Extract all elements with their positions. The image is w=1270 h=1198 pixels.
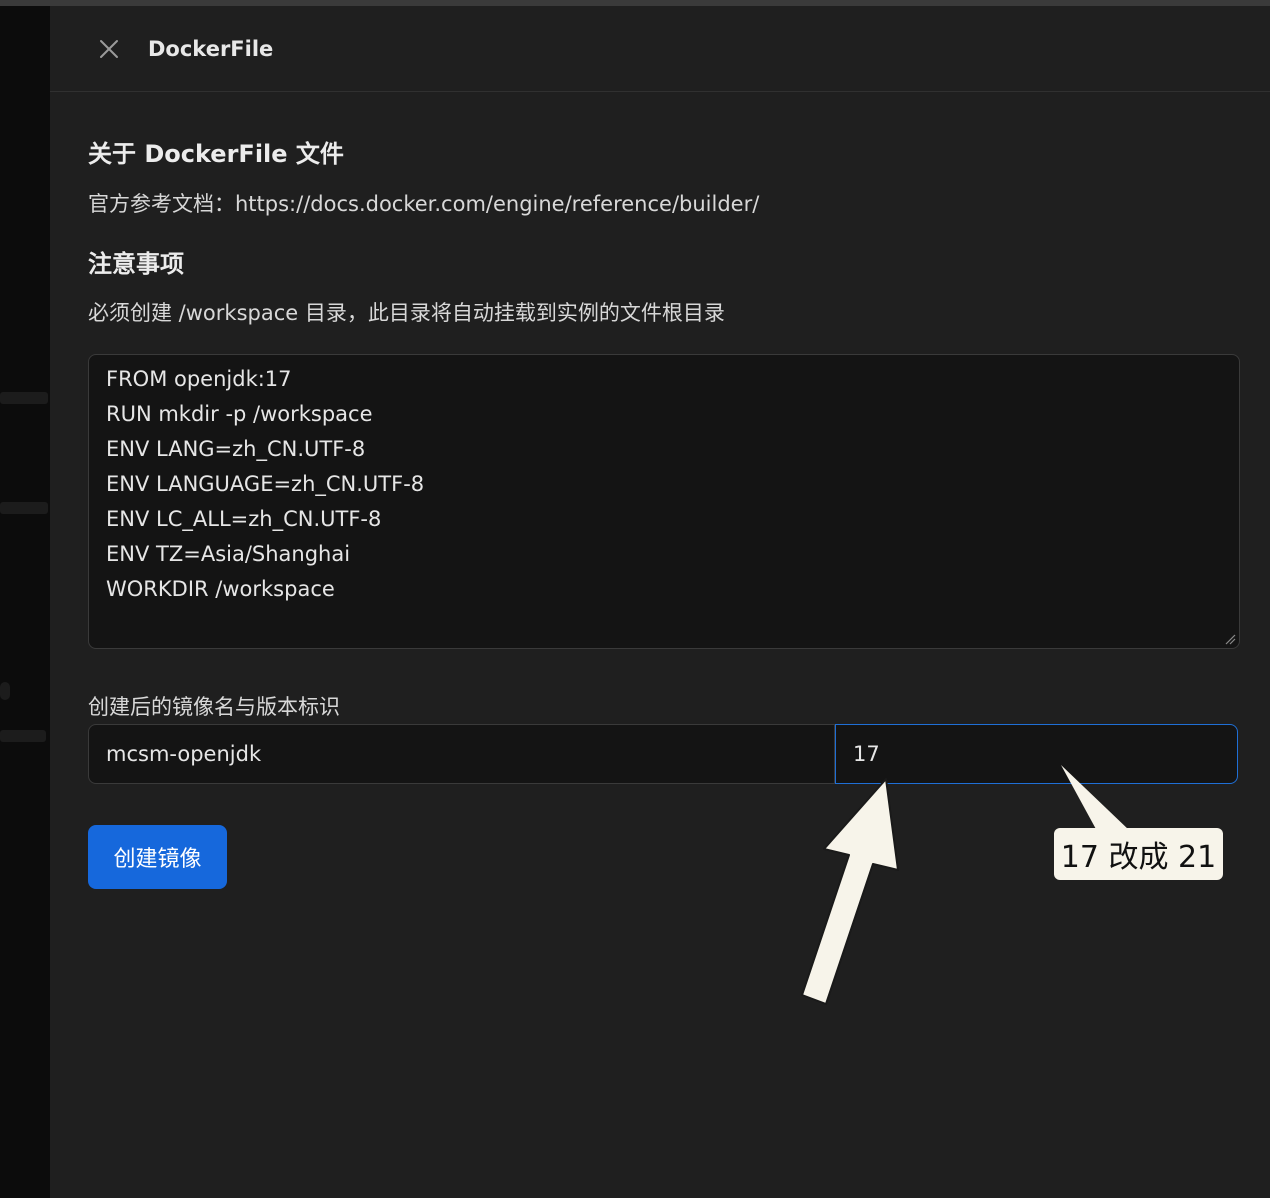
- about-heading: 关于 DockerFile 文件: [88, 140, 344, 168]
- dockerfile-line: ENV LANG=zh_CN.UTF-8: [106, 437, 366, 461]
- image-name-label: 创建后的镜像名与版本标识: [88, 695, 340, 719]
- drawer-title: DockerFile: [148, 37, 274, 61]
- create-image-button[interactable]: 创建镜像: [88, 825, 227, 889]
- notice-heading: 注意事项: [88, 250, 184, 278]
- dockerfile-line: FROM openjdk:17: [106, 367, 292, 391]
- dockerfile-line: ENV LANGUAGE=zh_CN.UTF-8: [106, 472, 425, 496]
- dockerfile-line: ENV TZ=Asia/Shanghai: [106, 542, 351, 566]
- background-blur-text: [0, 502, 48, 514]
- close-icon: [100, 40, 118, 58]
- notice-text: 必须创建 /workspace 目录，此目录将自动挂载到实例的文件根目录: [88, 301, 725, 325]
- dockerfile-textarea[interactable]: FROM openjdk:17 RUN mkdir -p /workspace EN…: [88, 354, 1240, 649]
- image-tag-value: 17: [853, 742, 880, 766]
- drawer-header: DockerFile: [50, 6, 1270, 92]
- dockerfile-line: RUN mkdir -p /workspace: [106, 402, 373, 426]
- background-blur-text: [0, 730, 46, 742]
- dockerfile-line: ENV LC_ALL=zh_CN.UTF-8: [106, 507, 382, 531]
- image-name-value: mcsm-openjdk: [106, 742, 262, 766]
- dockerfile-content: FROM openjdk:17 RUN mkdir -p /workspace EN…: [106, 367, 424, 612]
- image-name-input[interactable]: mcsm-openjdk: [88, 724, 835, 784]
- annotation-callout: 17 改成 21: [1054, 828, 1223, 880]
- background-blur-text: [0, 392, 48, 404]
- background-blur-dot: [0, 682, 10, 700]
- screen: DockerFile 关于 DockerFile 文件 官方参考文档：https…: [0, 0, 1270, 1198]
- dockerfile-line: WORKDIR /workspace: [106, 577, 335, 601]
- close-button[interactable]: [94, 34, 124, 64]
- resize-handle-icon[interactable]: [1224, 633, 1236, 645]
- doc-reference-text: 官方参考文档：https://docs.docker.com/engine/re…: [88, 192, 760, 216]
- background-page: [0, 6, 50, 1198]
- image-tag-input[interactable]: 17: [835, 724, 1238, 784]
- dockerfile-drawer: DockerFile 关于 DockerFile 文件 官方参考文档：https…: [50, 6, 1270, 1198]
